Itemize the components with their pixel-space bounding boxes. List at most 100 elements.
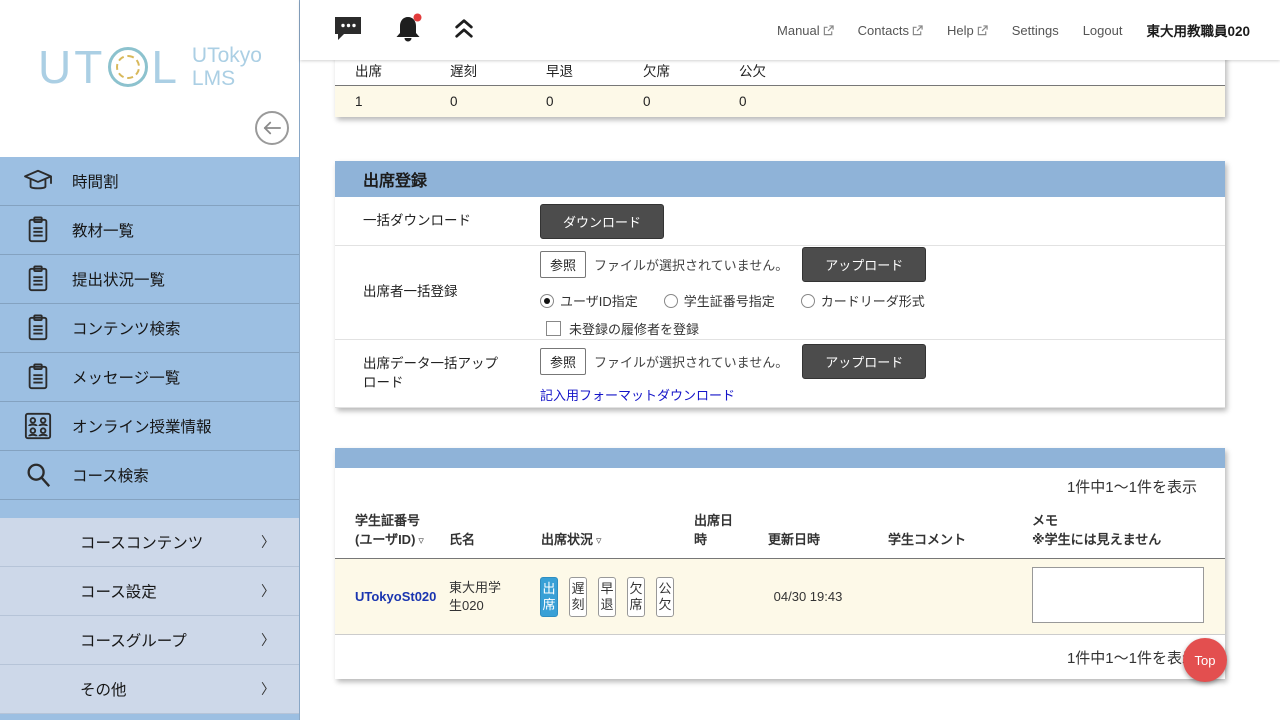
attendance-registration-panel: 出席登録 一括ダウンロード ダウンロード 出席者一括登録 参照 ファイルが選択さ… (335, 161, 1225, 408)
radio-button-icon[interactable] (801, 294, 815, 308)
memo-input[interactable] (1032, 567, 1204, 623)
summary-value-early-leave: 0 (526, 86, 623, 117)
sidebar-item-label: コンテンツ検索 (72, 317, 181, 339)
table-top-bar (335, 448, 1225, 468)
file-status-text: ファイルが選択されていません。 (594, 255, 788, 274)
radio-student-card-number[interactable]: 学生証番号指定 (664, 291, 775, 310)
header-student-id-line2: (ユーザID) (355, 532, 415, 547)
contacts-link[interactable]: Contacts (858, 23, 923, 38)
bulk-register-label: 出席者一括登録 (335, 246, 540, 339)
result-count-bottom: 1件中1〜1件を表示 (335, 635, 1225, 679)
sort-indicator-icon[interactable]: ▿ (418, 535, 424, 547)
attendance-summary-table: 出席 遅刻 早退 欠席 公欠 1 0 0 0 0 (335, 54, 1225, 117)
content-area: 出席 遅刻 早退 欠席 公欠 1 0 0 0 0 出席登録 一括ダウンロード (300, 0, 1280, 720)
radio-button-icon[interactable] (540, 294, 554, 308)
bulk-download-row: 一括ダウンロード ダウンロード (335, 197, 1225, 246)
notifications-bell-icon[interactable] (393, 13, 423, 48)
logo-subtitle-line1: UTokyo (192, 44, 262, 67)
logo-subtitle-line2: LMS (192, 67, 235, 90)
sidebar-item-course-contents[interactable]: コースコンテンツ 〉 (0, 518, 299, 567)
radio-user-id[interactable]: ユーザID指定 (540, 291, 638, 310)
document-list-icon (20, 216, 56, 244)
logo-subtitle: UTokyo LMS (192, 44, 262, 90)
bulk-download-body: ダウンロード (540, 197, 1225, 245)
utol-logo: UT L UTokyo LMS (38, 40, 262, 94)
download-button[interactable]: ダウンロード (540, 204, 664, 239)
status-button-late[interactable]: 遅刻 (569, 577, 587, 617)
browse-file-button[interactable]: 参照 (540, 251, 586, 278)
update-time-value: 04/30 19:43 (748, 589, 868, 604)
logout-link[interactable]: Logout (1083, 23, 1123, 38)
sidebar-item-materials[interactable]: 教材一覧 (0, 206, 299, 255)
logout-link-label: Logout (1083, 23, 1123, 38)
manual-link-label: Manual (777, 23, 820, 38)
bulk-register-body: 参照 ファイルが選択されていません。 アップロード ユーザID指定 学生証番号指… (540, 246, 1225, 339)
header-student-id[interactable]: 学生証番号 (ユーザID)▿ (335, 512, 429, 558)
help-link[interactable]: Help (947, 23, 988, 38)
chevron-right-icon: 〉 (261, 581, 275, 601)
sidebar-collapse-button[interactable] (255, 111, 289, 145)
format-download-link[interactable]: 記入用フォーマットダウンロード (540, 385, 1225, 404)
current-user-name: 東大用教職員020 (1146, 20, 1250, 40)
browse-file-button[interactable]: 参照 (540, 348, 586, 375)
status-button-early-leave[interactable]: 早退 (598, 577, 616, 617)
student-name: 東大用学生020 (429, 579, 521, 614)
header-status[interactable]: 出席状況▿ (521, 531, 674, 558)
upload-button[interactable]: アップロード (802, 344, 926, 379)
sidebar-item-course-group[interactable]: コースグループ 〉 (0, 616, 299, 665)
student-row: UTokyoSt020 東大用学生020 出席 遅刻 早退 欠席 公欠 04/3… (335, 559, 1225, 635)
status-button-excused[interactable]: 公欠 (656, 577, 674, 617)
mortarboard-icon (20, 168, 56, 194)
contacts-link-label: Contacts (858, 23, 909, 38)
document-list-icon (20, 265, 56, 293)
radio-label: 学生証番号指定 (684, 291, 775, 310)
header-memo: メモ ※学生には見えません (1012, 512, 1225, 558)
student-id-link[interactable]: UTokyoSt020 (355, 589, 436, 604)
header-memo-line1: メモ (1032, 513, 1058, 528)
sidebar-subitem-label: コース設定 (80, 580, 157, 602)
scroll-top-chevrons-icon[interactable] (453, 17, 475, 44)
sidebar-item-submissions[interactable]: 提出状況一覧 (0, 255, 299, 304)
external-link-icon (823, 25, 834, 36)
status-button-present[interactable]: 出席 (540, 577, 558, 617)
file-status-text: ファイルが選択されていません。 (594, 352, 788, 371)
status-button-absent[interactable]: 欠席 (627, 577, 645, 617)
id-type-radio-group: ユーザID指定 学生証番号指定 カードリーダ形式 (540, 291, 1225, 310)
summary-value-row: 1 0 0 0 0 (335, 86, 1225, 117)
header-name: 氏名 (429, 531, 521, 558)
register-unregistered-option: 未登録の履修者を登録 (540, 319, 1225, 338)
bulk-register-row: 出席者一括登録 参照 ファイルが選択されていません。 アップロード ユーザID指… (335, 246, 1225, 340)
logo-text-l: L (151, 40, 180, 94)
logo-o-circle-icon (108, 47, 148, 87)
sidebar-item-online-class[interactable]: オンライン授業情報 (0, 402, 299, 451)
sidebar-item-course-search[interactable]: コース検索 (0, 451, 299, 500)
checkbox-icon[interactable] (546, 321, 561, 336)
chevron-right-icon: 〉 (261, 532, 275, 552)
radio-button-icon[interactable] (664, 294, 678, 308)
radio-card-reader[interactable]: カードリーダ形式 (801, 291, 925, 310)
chevron-right-icon: 〉 (261, 630, 275, 650)
sidebar-item-timetable[interactable]: 時間割 (0, 157, 299, 206)
document-list-icon (20, 363, 56, 391)
students-attendance-table: 1件中1〜1件を表示 学生証番号 (ユーザID)▿ 氏名 出席状況▿ 出席日時 … (335, 448, 1225, 679)
settings-link[interactable]: Settings (1012, 23, 1059, 38)
panel-title: 出席登録 (335, 161, 1225, 197)
chevron-right-icon: 〉 (261, 679, 275, 699)
upload-button[interactable]: アップロード (802, 247, 926, 282)
sidebar-subitem-label: その他 (80, 678, 127, 700)
sidebar-item-course-settings[interactable]: コース設定 〉 (0, 567, 299, 616)
sort-indicator-icon[interactable]: ▿ (596, 535, 602, 547)
sidebar-item-others[interactable]: その他 〉 (0, 665, 299, 714)
sidebar-item-label: 時間割 (72, 170, 119, 192)
sidebar-item-content-search[interactable]: コンテンツ検索 (0, 304, 299, 353)
checkbox-label: 未登録の履修者を登録 (569, 319, 699, 338)
manual-link[interactable]: Manual (777, 23, 834, 38)
main-area: 出席 遅刻 早退 欠席 公欠 1 0 0 0 0 出席登録 一括ダウンロード (300, 0, 1280, 720)
sidebar-item-messages[interactable]: メッセージ一覧 (0, 353, 299, 402)
scroll-to-top-button[interactable]: Top (1183, 638, 1227, 682)
sidebar-subitem-label: コースグループ (80, 629, 187, 651)
header-memo-line2: ※学生には見えません (1032, 532, 1161, 547)
sidebar-item-label: コース検索 (72, 464, 149, 486)
settings-link-label: Settings (1012, 23, 1059, 38)
messages-icon[interactable] (333, 15, 363, 46)
